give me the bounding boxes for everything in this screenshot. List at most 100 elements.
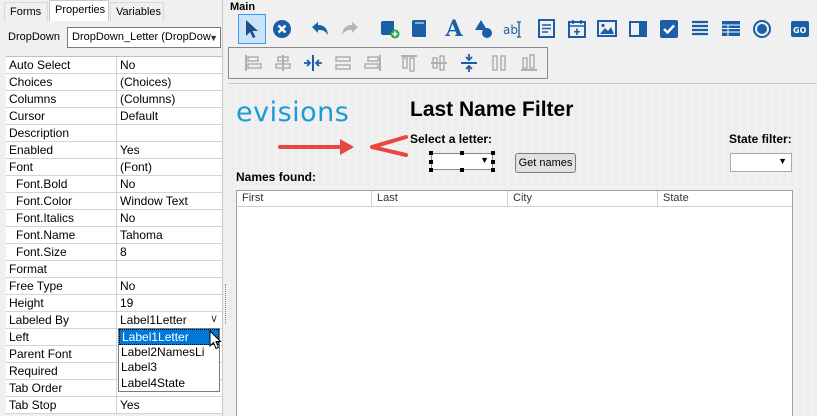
align-left-button[interactable] (239, 48, 267, 78)
property-value[interactable]: No (118, 176, 222, 192)
align-top-button[interactable] (395, 48, 423, 78)
chevron-down-icon[interactable]: ∨ (210, 312, 218, 325)
property-value[interactable] (118, 261, 222, 277)
selection-handle[interactable] (460, 151, 464, 155)
object-select[interactable]: DropDown_Letter (DropDow ▼ (67, 27, 221, 48)
pointer-tool-button[interactable] (238, 14, 266, 44)
add-query-button[interactable] (376, 14, 404, 44)
selection-handle[interactable] (429, 168, 433, 172)
undo-button[interactable] (306, 14, 334, 44)
property-row[interactable]: Tab Stop Yes (6, 397, 222, 414)
splitter-grip-icon[interactable] (225, 284, 227, 324)
property-row[interactable]: Font (Font) (6, 159, 222, 176)
select-letter-label[interactable]: Select a letter: (410, 132, 492, 146)
property-row[interactable]: Cursor Default (6, 108, 222, 125)
listbox-tool-button[interactable] (686, 14, 714, 44)
property-row[interactable]: Columns (Columns) (6, 91, 222, 108)
same-height-button[interactable] (485, 48, 513, 78)
edit-box-button[interactable]: ab (500, 14, 528, 44)
same-width-button[interactable] (329, 48, 357, 78)
get-names-button[interactable]: Get names (515, 153, 576, 173)
names-grid[interactable]: First Last City State (236, 190, 793, 416)
report-button[interactable] (406, 14, 434, 44)
dropdown-option[interactable]: Label1Letter (119, 329, 219, 345)
property-value[interactable]: No (118, 210, 222, 226)
property-row[interactable]: Choices (Choices) (6, 74, 222, 91)
tab-variables[interactable]: Variables (110, 2, 164, 21)
property-row[interactable]: Height 19 (6, 295, 222, 312)
column-header-city[interactable]: City (508, 191, 658, 207)
property-value[interactable]: Label1Letter ∨ (118, 312, 222, 328)
dropdown-tool-button[interactable] (624, 14, 652, 44)
property-value[interactable] (118, 125, 222, 141)
space-vertical-icon (461, 54, 477, 72)
property-value[interactable]: Tahoma (118, 227, 222, 243)
property-row[interactable]: Enabled Yes (6, 142, 222, 159)
space-vertical-button[interactable] (455, 48, 483, 78)
selection-handle[interactable] (429, 160, 433, 164)
selection-handle[interactable] (491, 168, 495, 172)
radio-tool-button[interactable] (748, 14, 776, 44)
property-value[interactable]: (Font) (118, 159, 222, 175)
column-header-last[interactable]: Last (372, 191, 508, 207)
property-name: Auto Select (6, 57, 117, 73)
label-tool-button[interactable]: A (440, 14, 468, 44)
property-row[interactable]: Format (6, 261, 222, 278)
column-header-first[interactable]: First (237, 191, 372, 207)
grid-tool-button[interactable] (717, 14, 745, 44)
labeled-by-dropdown-list[interactable]: Label1Letter Label2NamesLi Label3 Label4Sta… (118, 328, 220, 392)
state-dropdown[interactable]: ▼ (730, 153, 792, 172)
chevron-down-icon[interactable]: ▼ (209, 33, 218, 43)
property-value[interactable]: Window Text (118, 193, 222, 209)
checkbox-tool-button[interactable] (655, 14, 683, 44)
selection-handle[interactable] (429, 151, 433, 155)
property-row[interactable]: Font.Size 8 (6, 244, 222, 261)
chevron-down-icon[interactable]: ▼ (778, 156, 787, 166)
property-row[interactable]: Description (6, 125, 222, 142)
chevron-down-icon[interactable]: ▼ (480, 155, 489, 165)
property-value-text: No (120, 177, 136, 191)
form-canvas[interactable]: evisions Last Name Filter Select a lette… (228, 83, 817, 416)
memo-button[interactable] (533, 14, 561, 44)
column-header-state[interactable]: State (658, 191, 792, 207)
align-right-button[interactable] (359, 48, 387, 78)
property-row[interactable]: Auto Select No (6, 57, 222, 74)
align-center-button[interactable] (269, 48, 297, 78)
image-button[interactable] (593, 14, 621, 44)
property-row[interactable]: Font.Color Window Text (6, 193, 222, 210)
selection-handle[interactable] (491, 160, 495, 164)
property-value[interactable]: (Columns) (118, 91, 222, 107)
redo-button[interactable] (336, 14, 364, 44)
names-found-label[interactable]: Names found: (236, 170, 316, 184)
shape-tool-button[interactable] (470, 14, 498, 44)
form-title[interactable]: Last Name Filter (410, 98, 573, 122)
align-middle-button[interactable] (425, 48, 453, 78)
selection-handle[interactable] (491, 151, 495, 155)
date-picker-button[interactable] (563, 14, 591, 44)
property-row[interactable]: Font.Name Tahoma (6, 227, 222, 244)
delete-button[interactable] (268, 14, 296, 44)
property-value[interactable]: 19 (118, 295, 222, 311)
property-value[interactable]: No (118, 57, 222, 73)
selection-handle[interactable] (460, 168, 464, 172)
property-value[interactable]: 8 (118, 244, 222, 260)
space-horizontal-button[interactable] (299, 48, 327, 78)
state-filter-label[interactable]: State filter: (729, 132, 792, 146)
go-button[interactable]: GO (786, 14, 814, 44)
dropdown-option[interactable]: Label2NamesLi (119, 345, 219, 361)
property-row[interactable]: Font.Bold No (6, 176, 222, 193)
property-row[interactable]: Labeled By Label1Letter ∨ (6, 312, 222, 329)
tab-forms[interactable]: Forms (4, 2, 48, 21)
property-value[interactable]: Yes (118, 142, 222, 158)
property-value[interactable]: Yes (118, 397, 222, 413)
tab-properties[interactable]: Properties (49, 0, 109, 21)
property-row[interactable]: Free Type No (6, 278, 222, 295)
dropdown-option[interactable]: Label4State (119, 376, 219, 392)
property-value[interactable]: Default (118, 108, 222, 124)
property-row[interactable]: Font.Italics No (6, 210, 222, 227)
property-value[interactable]: No (118, 278, 222, 294)
property-value[interactable]: (Choices) (118, 74, 222, 90)
dropdown-option[interactable]: Label3 (119, 360, 219, 376)
property-name: Font.Size (6, 244, 117, 260)
align-bottom-button[interactable] (515, 48, 543, 78)
